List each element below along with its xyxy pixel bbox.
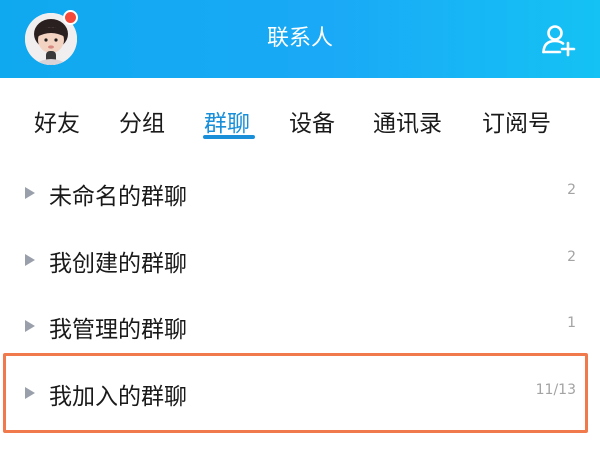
add-user-icon xyxy=(542,25,576,57)
group-category-label: 我创建的群聊 xyxy=(49,251,187,277)
group-category-managed[interactable]: 我管理的群聊 1 xyxy=(0,293,600,359)
group-category-label: 未命名的群聊 xyxy=(49,184,187,210)
contact-tabs: 好友 分组 群聊 设备 通讯录 订阅号 xyxy=(0,78,600,148)
add-contact-button[interactable] xyxy=(540,22,576,58)
expand-arrow-icon xyxy=(25,254,35,266)
tab-friends[interactable]: 好友 xyxy=(34,104,80,138)
expand-arrow-icon xyxy=(25,187,35,199)
expand-arrow-icon xyxy=(25,387,35,399)
group-count: 11/13 xyxy=(535,382,576,398)
group-category-joined[interactable]: 我加入的群聊 11/13 xyxy=(0,360,600,426)
expand-arrow-icon xyxy=(25,320,35,332)
tab-subscriptions[interactable]: 订阅号 xyxy=(482,104,551,138)
page-title: 联系人 xyxy=(266,26,333,51)
group-count: 1 xyxy=(567,315,576,331)
group-count: 2 xyxy=(567,182,576,198)
group-category-label: 我管理的群聊 xyxy=(49,317,187,343)
group-count: 2 xyxy=(567,249,576,265)
tab-group-chats[interactable]: 群聊 xyxy=(204,104,250,138)
tab-address-book[interactable]: 通讯录 xyxy=(373,104,442,138)
group-category-label: 我加入的群聊 xyxy=(49,384,187,410)
active-tab-indicator xyxy=(203,135,255,139)
group-category-unnamed[interactable]: 未命名的群聊 2 xyxy=(0,160,600,226)
header-bar: 联系人 xyxy=(0,0,600,78)
group-category-created[interactable]: 我创建的群聊 2 xyxy=(0,227,600,293)
tab-groups[interactable]: 分组 xyxy=(119,104,165,138)
tab-devices[interactable]: 设备 xyxy=(289,104,335,138)
